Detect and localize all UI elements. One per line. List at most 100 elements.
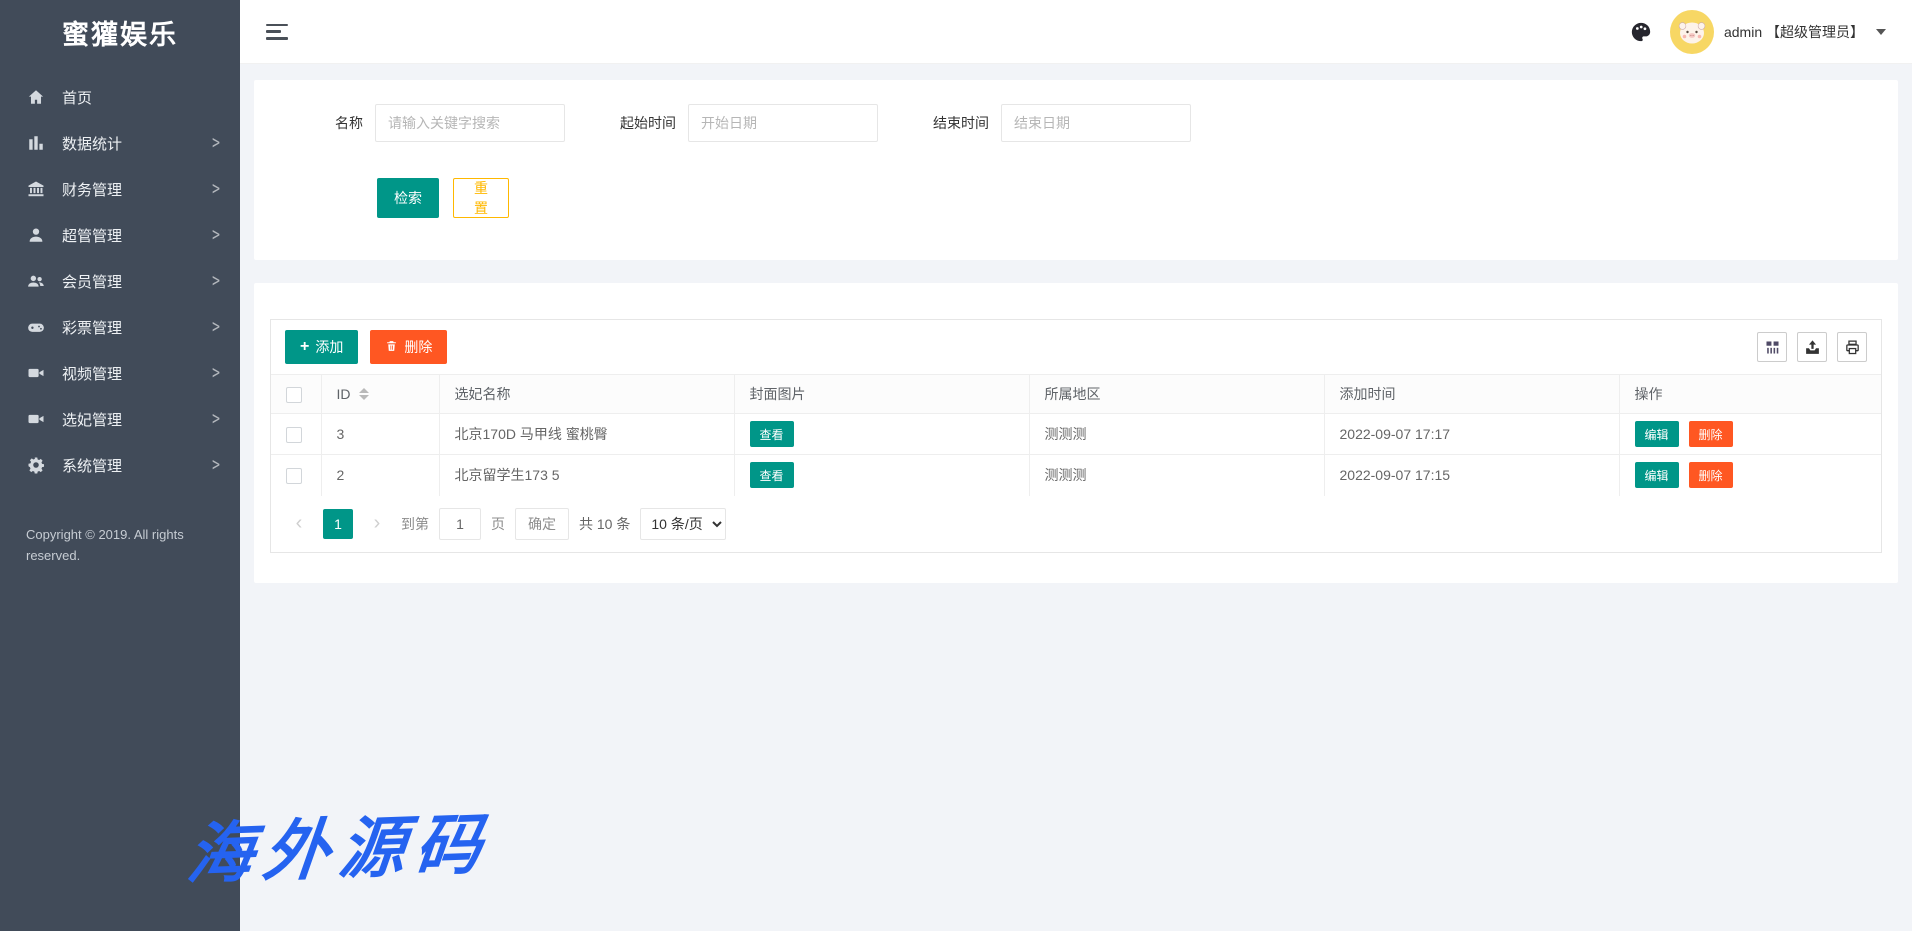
sidebar-item-label: 彩票管理 [62, 317, 212, 338]
search-field-group: 起始时间 [620, 104, 878, 142]
search-fields-row: 名称起始时间结束时间 [254, 104, 1898, 142]
cell-region: 测测测 [1029, 455, 1324, 496]
avatar [1670, 10, 1714, 54]
jump-prefix-label: 到第 [401, 514, 429, 534]
delete-button[interactable]: 删除 [370, 330, 447, 364]
cell-name: 北京170D 马甲线 蜜桃臀 [439, 414, 734, 455]
total-count-label: 共 10 条 [579, 514, 630, 534]
col-region: 所属地区 [1029, 375, 1324, 414]
page-number-active[interactable]: 1 [323, 509, 353, 539]
table-panel: +添加 删除 [254, 283, 1898, 583]
trash-icon [385, 339, 398, 356]
table-row: 3北京170D 马甲线 蜜桃臀查看 测测测2022-09-07 17:17 编辑删除 [271, 414, 1881, 455]
table-tools [1757, 332, 1867, 362]
sidebar-item-stats[interactable]: 数据统计> [0, 120, 240, 166]
table-body: 3北京170D 马甲线 蜜桃臀查看测测测2022-09-07 17:17编辑删除… [271, 414, 1881, 496]
chevron-right-icon: > [212, 455, 220, 476]
table-header-row: ID 选妃名称 封面图片 所属地区 添加时间 操作 [271, 375, 1881, 414]
sidebar-item-label: 系统管理 [62, 455, 212, 476]
sidebar-item-members[interactable]: 会员管理> [0, 258, 240, 304]
bar-chart-icon [26, 133, 46, 153]
edit-button[interactable]: 编辑 [1635, 462, 1679, 488]
sidebar: 蜜獾娱乐 首页数据统计>财务管理>超管管理>会员管理>彩票管理>视频管理>选妃管… [0, 0, 240, 931]
search-buttons-row: 检索 重置 [377, 178, 1898, 218]
sidebar-item-lottery[interactable]: 彩票管理> [0, 304, 240, 350]
cell-id: 3 [321, 414, 439, 455]
plus-icon: + [300, 338, 309, 356]
table-wrapper: +添加 删除 [270, 319, 1882, 553]
page-size-select[interactable]: 10 条/页 [640, 508, 726, 540]
name-input[interactable] [375, 104, 565, 142]
row-delete-button[interactable]: 删除 [1689, 462, 1733, 488]
print-icon[interactable] [1837, 332, 1867, 362]
col-time: 添加时间 [1324, 375, 1619, 414]
confirm-page-button[interactable]: 确定 [515, 508, 569, 540]
username-label: admin 【超级管理员】 [1724, 22, 1864, 42]
col-id: ID [337, 386, 351, 402]
row-checkbox[interactable] [286, 427, 302, 443]
chevron-right-icon: > [212, 317, 220, 338]
cell-time: 2022-09-07 17:17 [1324, 414, 1619, 455]
video-icon [26, 363, 46, 383]
sidebar-item-finance[interactable]: 财务管理> [0, 166, 240, 212]
next-page-icon[interactable]: › [363, 509, 391, 539]
prev-page-icon[interactable]: ‹ [285, 509, 313, 539]
edit-button[interactable]: 编辑 [1635, 421, 1679, 447]
table-row: 2北京留学生173 5 查看 测测测2022-09-07 17:15 编辑删除 [271, 455, 1881, 496]
content: 名称起始时间结束时间 检索 重置 +添加 删除 [240, 64, 1912, 931]
cell-region: 测测测 [1029, 414, 1324, 455]
sidebar-item-concubine[interactable]: 选妃管理> [0, 396, 240, 442]
end-date-input[interactable] [1001, 104, 1191, 142]
cell-name: 北京留学生173 5 [439, 455, 734, 496]
select-all-checkbox[interactable] [286, 387, 302, 403]
jump-page-input[interactable] [439, 508, 481, 540]
jump-suffix-label: 页 [491, 514, 505, 534]
gamepad-icon [26, 317, 46, 337]
sidebar-item-label: 超管管理 [62, 225, 212, 246]
col-ops: 操作 [1619, 375, 1881, 414]
sidebar-item-system[interactable]: 系统管理> [0, 442, 240, 488]
search-panel: 名称起始时间结束时间 检索 重置 [254, 80, 1898, 260]
row-delete-button[interactable]: 删除 [1689, 421, 1733, 447]
col-name: 选妃名称 [439, 375, 734, 414]
sort-icon[interactable] [359, 388, 369, 400]
sidebar-item-home[interactable]: 首页 [0, 74, 240, 120]
cell-id: 2 [321, 455, 439, 496]
sidebar-item-label: 视频管理 [62, 363, 212, 384]
data-table: ID 选妃名称 封面图片 所属地区 添加时间 操作 3北京170D 马甲线 蜜桃… [271, 374, 1881, 496]
chevron-down-icon [1876, 29, 1886, 35]
cell-time: 2022-09-07 17:15 [1324, 455, 1619, 496]
sidebar-item-label: 选妃管理 [62, 409, 212, 430]
sidebar-item-label: 会员管理 [62, 271, 212, 292]
chevron-right-icon: > [212, 363, 220, 384]
add-button[interactable]: +添加 [285, 330, 358, 364]
menu-toggle-icon[interactable] [266, 24, 288, 40]
row-checkbox[interactable] [286, 468, 302, 484]
chevron-right-icon: > [212, 271, 220, 292]
video-icon [26, 409, 46, 429]
field-label: 起始时间 [620, 113, 676, 133]
sidebar-item-super-admin[interactable]: 超管管理> [0, 212, 240, 258]
start-date-input[interactable] [688, 104, 878, 142]
app-logo: 蜜獾娱乐 [0, 0, 240, 64]
sidebar-item-video[interactable]: 视频管理> [0, 350, 240, 396]
view-cover-button[interactable]: 查看 [750, 421, 794, 447]
export-icon[interactable] [1797, 332, 1827, 362]
bank-icon [26, 179, 46, 199]
reset-button[interactable]: 重置 [453, 178, 509, 218]
main-area: admin 【超级管理员】 名称起始时间结束时间 检索 重置 [240, 0, 1912, 931]
theme-palette-icon[interactable] [1628, 19, 1654, 45]
columns-filter-icon[interactable] [1757, 332, 1787, 362]
sidebar-menu: 首页数据统计>财务管理>超管管理>会员管理>彩票管理>视频管理>选妃管理>系统管… [0, 74, 240, 488]
search-button[interactable]: 检索 [377, 178, 439, 218]
sidebar-item-label: 数据统计 [62, 133, 212, 154]
home-icon [26, 87, 46, 107]
app-root: 蜜獾娱乐 首页数据统计>财务管理>超管管理>会员管理>彩票管理>视频管理>选妃管… [0, 0, 1912, 931]
user-menu[interactable]: admin 【超级管理员】 [1670, 10, 1886, 54]
sidebar-item-label: 首页 [62, 87, 220, 108]
topbar-right: admin 【超级管理员】 [1628, 10, 1886, 54]
user-icon [26, 225, 46, 245]
col-cover: 封面图片 [734, 375, 1029, 414]
chevron-right-icon: > [212, 133, 220, 154]
view-cover-button[interactable]: 查看 [750, 462, 794, 488]
